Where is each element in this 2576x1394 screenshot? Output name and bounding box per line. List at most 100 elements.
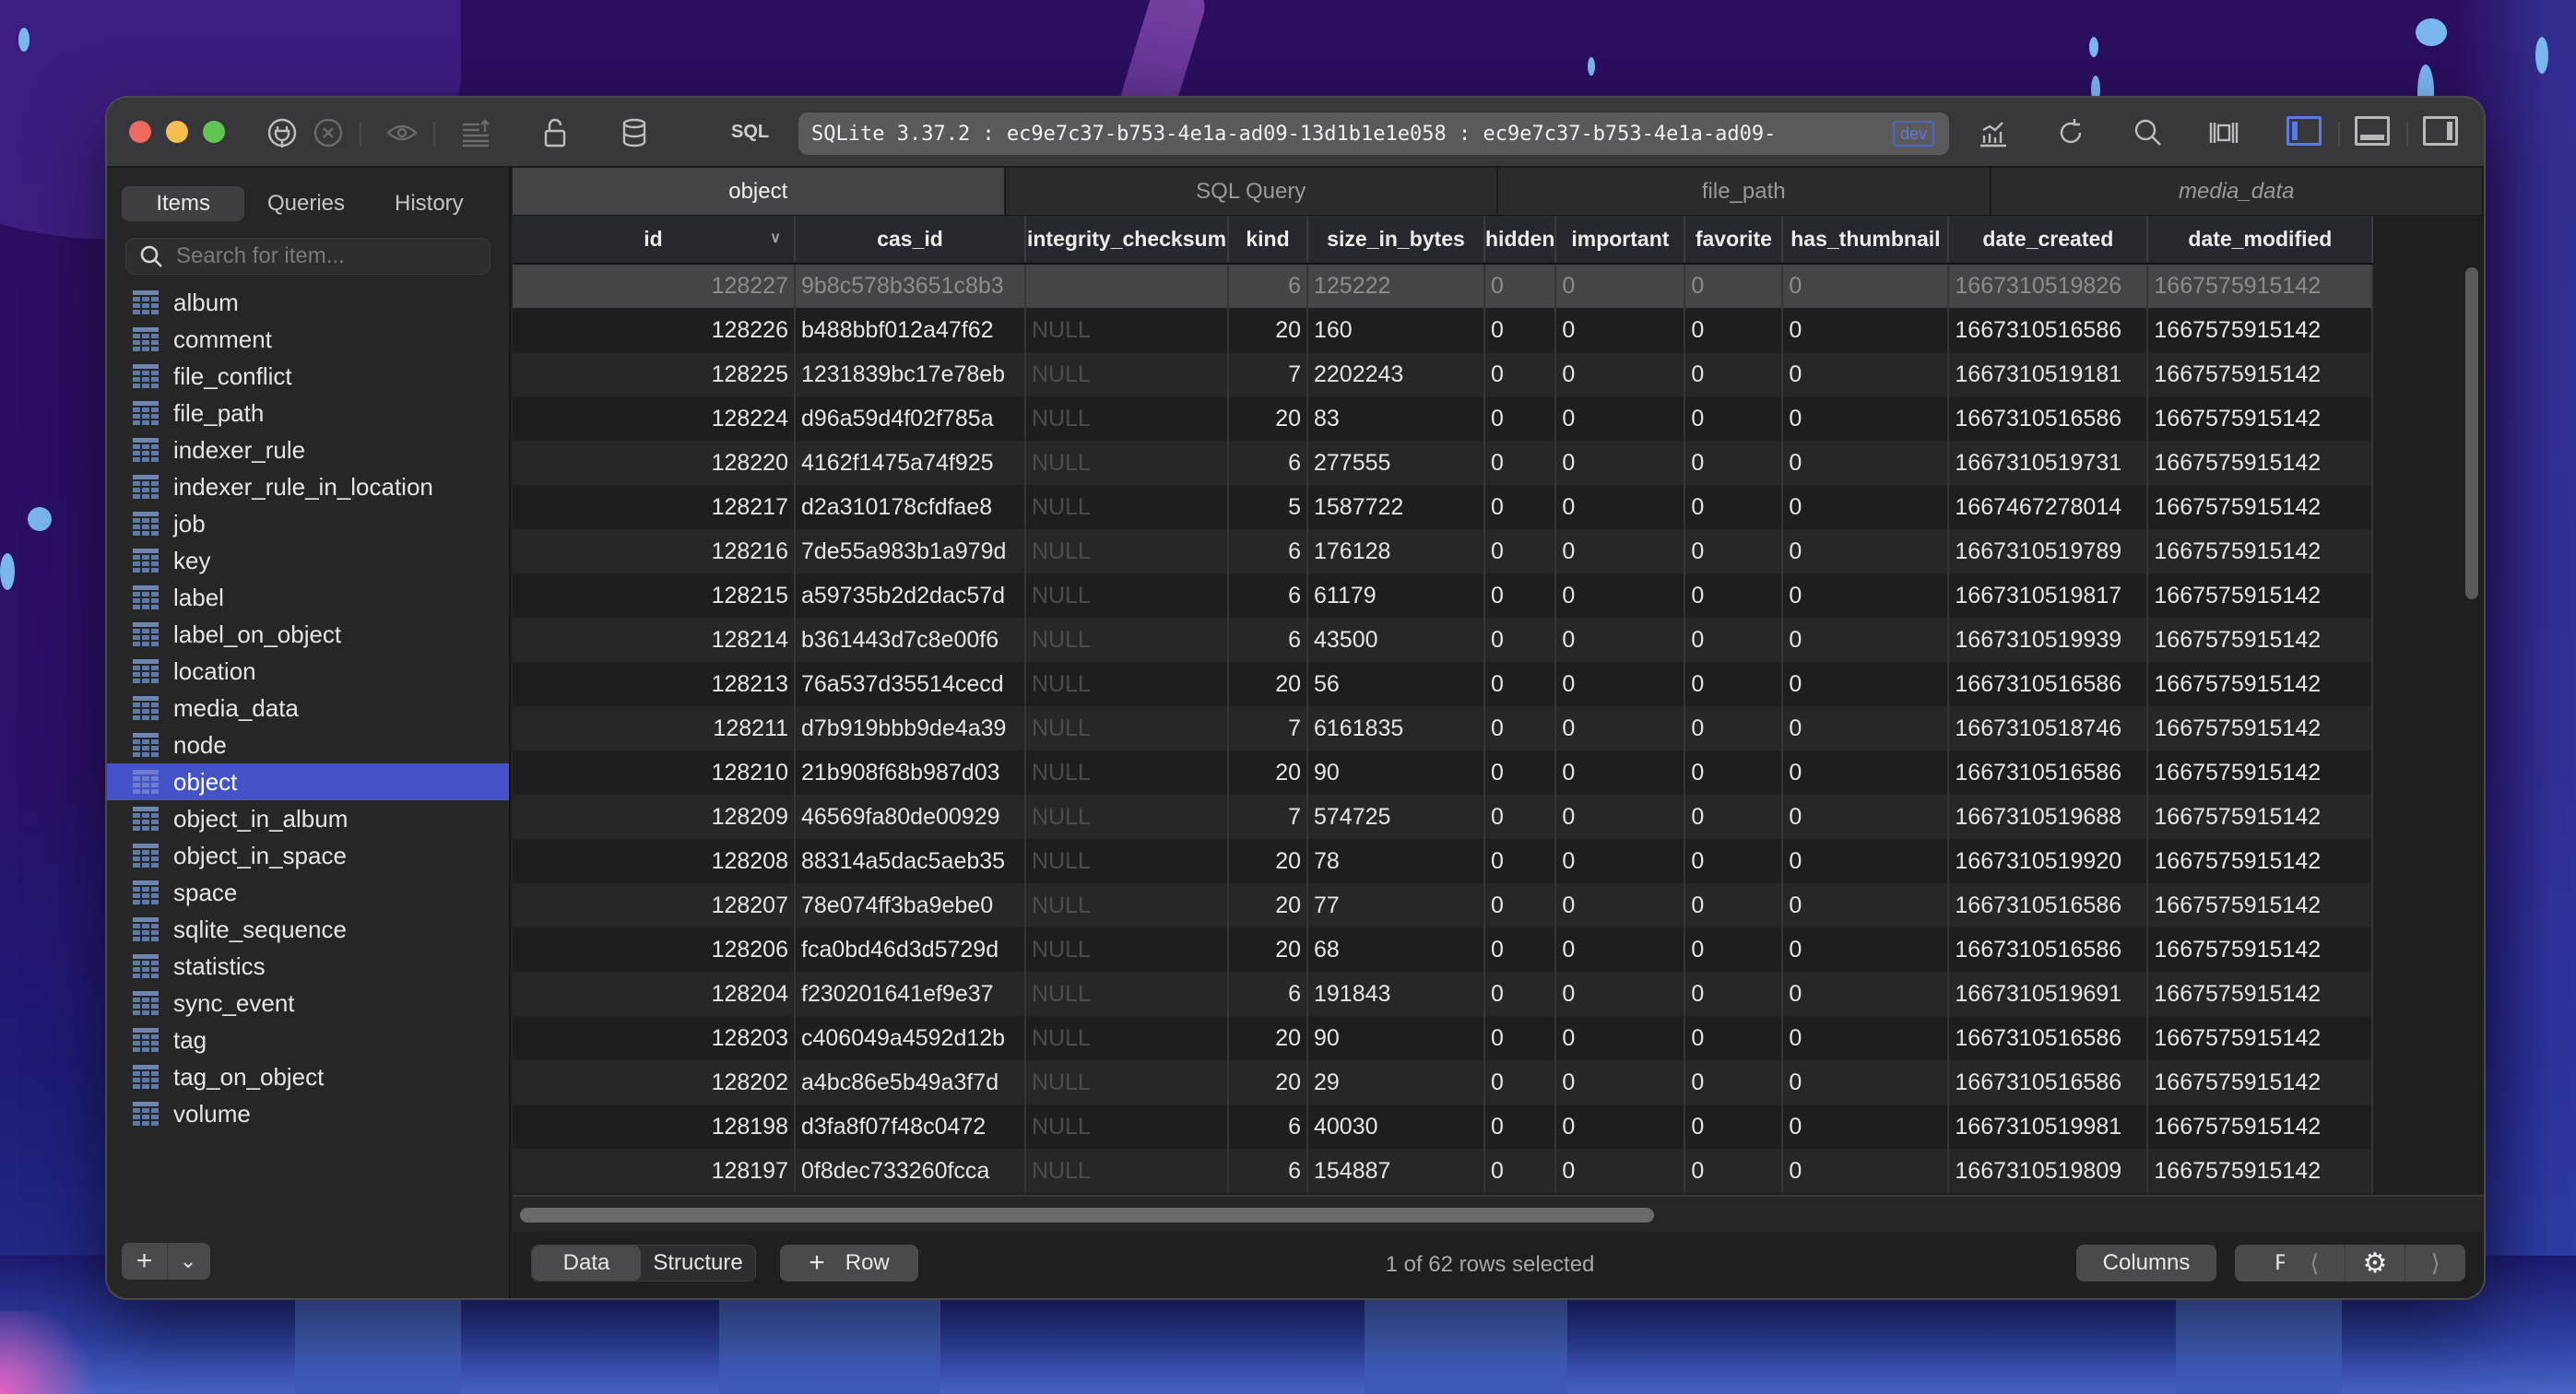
cell-id[interactable]: 128220 [513,441,796,485]
cell-size-in-bytes[interactable]: 83 [1307,396,1485,441]
cell-important[interactable]: 0 [1555,264,1686,308]
cell-date-modified[interactable]: 1667575915142 [2147,529,2374,573]
cell-favorite[interactable]: 0 [1684,750,1784,795]
cell-kind[interactable]: 20 [1228,1016,1308,1060]
cell-date-modified[interactable]: 1667575915142 [2147,573,2374,618]
sidebar-item-space[interactable]: space [107,874,509,911]
cell-id[interactable]: 128209 [513,795,796,839]
cell-kind[interactable]: 6 [1228,441,1308,485]
cell-date-created[interactable]: 1667310519939 [1948,618,2149,662]
cell-id[interactable]: 128224 [513,396,796,441]
sidebar-item-location[interactable]: location [107,653,509,690]
cell-important[interactable]: 0 [1555,883,1686,927]
cell-has-thumbnail[interactable]: 0 [1782,1149,1950,1193]
cell-id[interactable]: 128217 [513,485,796,529]
cell-hidden[interactable]: 0 [1484,839,1557,883]
cell-id[interactable]: 128213 [513,662,796,706]
cell-kind[interactable]: 20 [1228,839,1308,883]
column-header-date-created[interactable]: date_created [1948,216,2149,265]
cell-date-modified[interactable]: 1667575915142 [2147,883,2374,927]
cell-important[interactable]: 0 [1555,529,1686,573]
cell-has-thumbnail[interactable]: 0 [1782,1016,1950,1060]
cell-id[interactable]: 128214 [513,618,796,662]
cell-has-thumbnail[interactable]: 0 [1782,883,1950,927]
tab-history[interactable]: History [368,186,490,221]
cell-cas-id[interactable]: b361443d7c8e00f6 [795,618,1026,662]
cell-integrity-checksum[interactable]: NULL [1025,1149,1229,1193]
cell-hidden[interactable]: 0 [1484,308,1557,352]
cell-kind[interactable]: 20 [1228,927,1308,972]
cell-cas-id[interactable]: d96a59d4f02f785a [795,396,1026,441]
cell-date-created[interactable]: 1667310518746 [1948,706,2149,750]
cell-kind[interactable]: 7 [1228,795,1308,839]
cell-kind[interactable]: 20 [1228,750,1308,795]
cell-id[interactable]: 128216 [513,529,796,573]
cell-cas-id[interactable]: 78e074ff3ba9ebe0 [795,883,1026,927]
cell-integrity-checksum[interactable]: NULL [1025,618,1229,662]
cell-kind[interactable]: 20 [1228,1060,1308,1105]
cell-cas-id[interactable]: a4bc86e5b49a3f7d [795,1060,1026,1105]
cell-cas-id[interactable]: 76a537d35514cecd [795,662,1026,706]
sidebar-item-object-in-album[interactable]: object_in_album [107,800,509,837]
sidebar-item-object-in-space[interactable]: object_in_space [107,837,509,874]
cell-date-created[interactable]: 1667310519809 [1948,1149,2149,1193]
table-row[interactable]: 128197 0f8dec733260fcca NULL 6 154887 0 0 0 0 166… [513,1149,2374,1193]
structure-view-button[interactable]: Structure [641,1246,755,1281]
cell-has-thumbnail[interactable]: 0 [1782,1060,1950,1105]
cell-id[interactable]: 128206 [513,927,796,972]
cell-date-created[interactable]: 1667310519826 [1948,264,2149,308]
sidebar-item-job[interactable]: job [107,505,509,542]
cell-has-thumbnail[interactable]: 0 [1782,396,1950,441]
cell-date-created[interactable]: 1667310516586 [1948,1016,2149,1060]
cell-important[interactable]: 0 [1555,750,1686,795]
add-item-button[interactable]: + [122,1243,168,1280]
data-view-button[interactable]: Data [532,1246,641,1281]
cell-date-created[interactable]: 1667310516586 [1948,662,2149,706]
column-header-id[interactable]: id ∨ [513,216,796,265]
cell-id[interactable]: 128203 [513,1016,796,1060]
cell-date-created[interactable]: 1667310516586 [1948,1060,2149,1105]
cell-integrity-checksum[interactable]: NULL [1025,352,1229,396]
cell-integrity-checksum[interactable] [1025,264,1229,308]
cell-size-in-bytes[interactable]: 90 [1307,1016,1485,1060]
table-row[interactable]: 128198 d3fa8f07f48c0472 NULL 6 40030 0 0 0 0 1667… [513,1105,2374,1149]
cell-cas-id[interactable]: d3fa8f07f48c0472 [795,1105,1026,1149]
cell-date-created[interactable]: 1667310519688 [1948,795,2149,839]
table-row[interactable]: 128215 a59735b2d2dac57d NULL 6 61179 0 0 0 0 1667… [513,573,2374,618]
cell-hidden[interactable]: 0 [1484,750,1557,795]
cell-integrity-checksum[interactable]: NULL [1025,1105,1229,1149]
close-window-button[interactable] [129,121,151,143]
cell-kind[interactable]: 6 [1228,1105,1308,1149]
sidebar-item-object[interactable]: object [107,763,509,800]
cell-hidden[interactable]: 0 [1484,352,1557,396]
cell-has-thumbnail[interactable]: 0 [1782,750,1950,795]
cell-favorite[interactable]: 0 [1684,883,1784,927]
cell-kind[interactable]: 6 [1228,264,1308,308]
cell-favorite[interactable]: 0 [1684,839,1784,883]
cell-cas-id[interactable]: 21b908f68b987d03 [795,750,1026,795]
column-header-integrity-checksum[interactable]: integrity_checksum [1025,216,1229,265]
cell-favorite[interactable]: 0 [1684,485,1784,529]
cell-integrity-checksum[interactable]: NULL [1025,972,1229,1016]
cell-favorite[interactable]: 0 [1684,308,1784,352]
cell-hidden[interactable]: 0 [1484,1016,1557,1060]
cell-integrity-checksum[interactable]: NULL [1025,1060,1229,1105]
cell-integrity-checksum[interactable]: NULL [1025,573,1229,618]
cell-has-thumbnail[interactable]: 0 [1782,662,1950,706]
cell-important[interactable]: 0 [1555,706,1686,750]
cell-integrity-checksum[interactable]: NULL [1025,485,1229,529]
cell-has-thumbnail[interactable]: 0 [1782,927,1950,972]
cell-size-in-bytes[interactable]: 160 [1307,308,1485,352]
refresh-icon[interactable] [2052,116,2089,149]
cell-hidden[interactable]: 0 [1484,529,1557,573]
cell-date-modified[interactable]: 1667575915142 [2147,264,2374,308]
cell-integrity-checksum[interactable]: NULL [1025,750,1229,795]
cell-has-thumbnail[interactable]: 0 [1782,485,1950,529]
cell-important[interactable]: 0 [1555,1149,1686,1193]
lock-open-icon[interactable] [537,116,573,149]
chart-metrics-icon[interactable] [1975,116,2012,149]
gear-icon[interactable]: ⚙ [2344,1245,2406,1282]
table-row[interactable]: 128209 46569fa80de00929 NULL 7 574725 0 0 0 0 166… [513,795,2374,839]
cell-cas-id[interactable]: 0f8dec733260fcca [795,1149,1026,1193]
cell-important[interactable]: 0 [1555,1060,1686,1105]
